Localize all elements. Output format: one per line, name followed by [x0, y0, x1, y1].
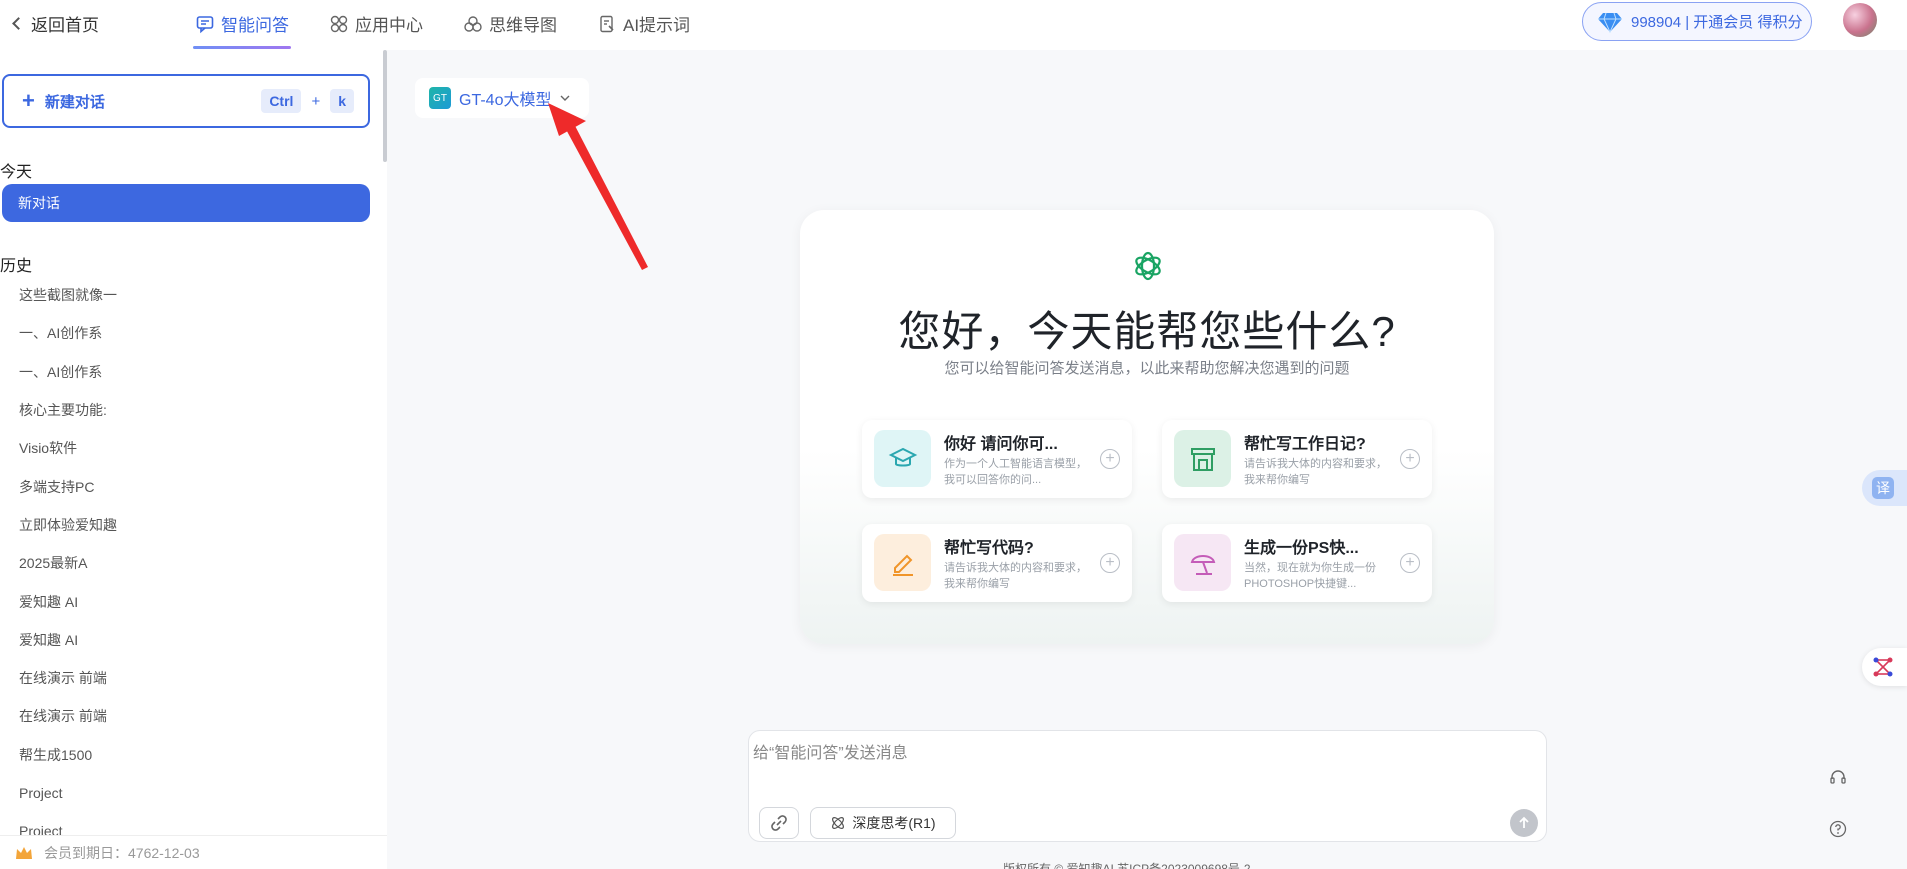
- translate-button[interactable]: 译: [1862, 470, 1907, 506]
- apps-icon: [330, 15, 348, 32]
- history-item[interactable]: 帮生成1500: [0, 736, 370, 774]
- history-item[interactable]: 核心主要功能:: [0, 391, 370, 429]
- suggestion-desc: 作为一个人工智能语言模型，我可以回答你的问...: [944, 458, 1087, 486]
- history-item[interactable]: 多端支持PC: [0, 467, 370, 505]
- history-item[interactable]: Visio软件: [0, 429, 370, 467]
- network-icon: [1873, 657, 1893, 677]
- shortcut-hint: Ctrl + k: [261, 89, 354, 113]
- nav-tabs: 智能问答 应用中心 思维导图 AI提示词: [193, 0, 728, 50]
- sidebar-scrollbar[interactable]: [383, 50, 387, 162]
- deep-think-button[interactable]: 深度思考(R1): [810, 807, 956, 839]
- kbd-k: k: [330, 89, 354, 113]
- pencil-icon: [874, 534, 931, 591]
- tab-smart-qa[interactable]: 智能问答: [193, 0, 291, 49]
- history-item[interactable]: 一、AI创作系: [0, 314, 370, 352]
- translate-icon: 译: [1872, 477, 1894, 499]
- back-home-label: 返回首页: [31, 16, 99, 35]
- graduation-cap-icon: [874, 430, 931, 487]
- annotation-arrow-icon: [548, 103, 648, 270]
- welcome-subtitle: 您可以给智能问答发送消息，以此来帮助您解决您遇到的问题: [944, 360, 1350, 377]
- link-icon: [771, 815, 787, 831]
- suggestion-desc: 请告诉我大体的内容和要求，我来帮你编写: [944, 562, 1087, 590]
- history-list: 这些截图就像一 一、AI创作系 一、AI创作系 核心主要功能: Visio软件 …: [0, 276, 370, 850]
- headset-icon[interactable]: [1829, 769, 1847, 787]
- suggestion-card[interactable]: 帮忙写工作日记? 请告诉我大体的内容和要求，我来帮你编写 +: [1162, 420, 1432, 498]
- today-section-label: 今天: [0, 164, 33, 181]
- current-chat-item[interactable]: 新对话: [2, 184, 370, 222]
- tab-label: AI提示词: [623, 16, 691, 35]
- history-item[interactable]: 爱知趣 AI: [0, 621, 370, 659]
- copyright-footer: 版权所有 © 爱知趣AI 苏ICP备2023009698号-2: [1003, 862, 1251, 869]
- mindmap-icon: [464, 15, 482, 32]
- history-item[interactable]: 在线演示 前端: [0, 659, 370, 697]
- membership-points-button[interactable]: 998904 | 开通会员 得积分: [1582, 2, 1812, 41]
- avatar[interactable]: [1843, 3, 1877, 37]
- crown-icon: [16, 846, 32, 859]
- kbd-plus: +: [311, 92, 321, 110]
- welcome-card: 您好，今天能帮您些什么? 您可以给智能问答发送消息，以此来帮助您解决您遇到的问题…: [800, 210, 1494, 644]
- mindmap-float-button[interactable]: [1862, 648, 1907, 686]
- history-item[interactable]: 2025最新A: [0, 544, 370, 582]
- sidebar: + 新建对话 Ctrl + k 今天 新对话 历史 这些截图就像一 一、AI创作…: [0, 50, 387, 869]
- tab-label: 应用中心: [355, 16, 423, 35]
- kbd-ctrl: Ctrl: [261, 89, 302, 113]
- chevron-left-icon: [12, 17, 25, 30]
- add-circle-icon[interactable]: +: [1100, 553, 1120, 573]
- new-chat-label: 新建对话: [44, 93, 105, 111]
- welcome-title: 您好，今天能帮您些什么?: [898, 308, 1396, 355]
- membership-expiry: 会员到期日：4762-12-03: [0, 835, 387, 869]
- chat-icon: [196, 15, 214, 33]
- atom-icon: [832, 817, 845, 829]
- history-item[interactable]: 立即体验爱知趣: [0, 506, 370, 544]
- tab-mindmap[interactable]: 思维导图: [461, 0, 559, 47]
- tab-label: 思维导图: [489, 16, 557, 35]
- model-name: GT-4o大模型: [459, 92, 552, 109]
- prompt-icon: [600, 15, 614, 32]
- suggestion-desc: 当然，现在就为你生成一份PHOTOSHOP快捷键...: [1244, 562, 1376, 590]
- tab-app-center[interactable]: 应用中心: [327, 0, 425, 47]
- points-label: 998904 | 开通会员 得积分: [1631, 14, 1803, 31]
- arrow-up-icon: [1519, 816, 1529, 828]
- history-section-label: 历史: [0, 258, 33, 275]
- suggestion-card[interactable]: 你好 请问你可... 作为一个人工智能语言模型，我可以回答你的问... +: [862, 420, 1132, 498]
- back-home-link[interactable]: 返回首页: [8, 11, 99, 36]
- new-chat-button[interactable]: + 新建对话 Ctrl + k: [2, 74, 370, 128]
- top-bar: 返回首页 智能问答 应用中心 思维导图 AI提示词 998904 | 开通会员 …: [0, 0, 1907, 50]
- tab-ai-prompt[interactable]: AI提示词: [595, 0, 692, 47]
- history-item[interactable]: 在线演示 前端: [0, 697, 370, 735]
- expiry-label: 会员到期日：4762-12-03: [44, 844, 200, 861]
- send-button[interactable]: [1510, 809, 1538, 837]
- history-item[interactable]: Project: [0, 774, 370, 812]
- storefront-icon: [1174, 430, 1231, 487]
- suggestion-title: 生成一份PS快...: [1244, 540, 1359, 557]
- history-item[interactable]: 爱知趣 AI: [0, 582, 370, 620]
- suggestion-title: 帮忙写工作日记?: [1244, 436, 1366, 453]
- message-composer: 深度思考(R1): [748, 730, 1547, 842]
- help-icon[interactable]: [1829, 820, 1847, 838]
- suggestion-card[interactable]: 生成一份PS快... 当然，现在就为你生成一份PHOTOSHOP快捷键... +: [1162, 524, 1432, 602]
- deep-think-label: 深度思考(R1): [852, 815, 936, 831]
- history-item[interactable]: 一、AI创作系: [0, 353, 370, 391]
- attach-link-button[interactable]: [759, 807, 799, 839]
- diamond-icon: [1598, 12, 1622, 33]
- umbrella-icon: [1174, 534, 1231, 591]
- add-circle-icon[interactable]: +: [1100, 449, 1120, 469]
- plus-icon: +: [22, 88, 35, 113]
- add-circle-icon[interactable]: +: [1400, 553, 1420, 573]
- suggestion-card[interactable]: 帮忙写代码? 请告诉我大体的内容和要求，我来帮你编写 +: [862, 524, 1132, 602]
- model-badge-icon: GT: [429, 87, 451, 109]
- message-input[interactable]: [753, 739, 1513, 769]
- add-circle-icon[interactable]: +: [1400, 449, 1420, 469]
- tab-label: 智能问答: [221, 16, 289, 35]
- suggestion-title: 你好 请问你可...: [944, 436, 1058, 453]
- suggestion-title: 帮忙写代码?: [944, 540, 1034, 557]
- history-item[interactable]: 这些截图就像一: [0, 276, 370, 314]
- openai-logo-icon: [1135, 251, 1161, 281]
- suggestion-desc: 请告诉我大体的内容和要求，我来帮你编写: [1244, 458, 1387, 486]
